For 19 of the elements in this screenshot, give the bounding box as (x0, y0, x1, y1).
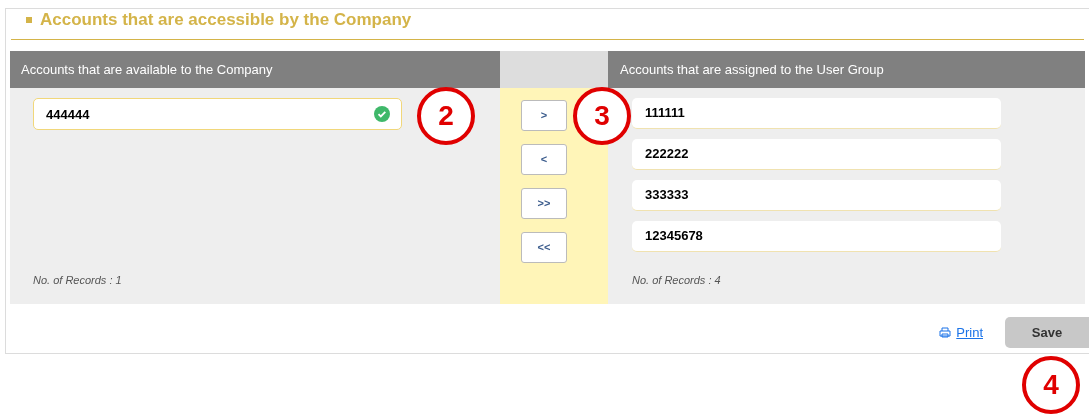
move-button[interactable]: >> (521, 188, 567, 219)
account-item[interactable]: 111111 (632, 98, 1001, 129)
save-button[interactable]: Save (1005, 317, 1089, 348)
records-count: No. of Records : 4 (632, 272, 722, 288)
records-count: No. of Records : 1 (33, 272, 123, 288)
printer-icon (939, 327, 952, 338)
account-item[interactable]: 222222 (632, 139, 1001, 170)
account-item[interactable]: 12345678 (632, 221, 1001, 252)
step-callout: 4 (1022, 356, 1080, 414)
move-button[interactable]: > (521, 100, 567, 131)
account-search-field[interactable]: 444444 (33, 98, 402, 130)
move-button[interactable]: < (521, 144, 567, 175)
print-link[interactable]: Print (939, 322, 983, 343)
bullet-icon (26, 17, 32, 23)
account-item[interactable]: 333333 (632, 180, 1001, 211)
section-title: Accounts that are accessible by the Company (40, 9, 412, 32)
panel-header: Accounts that are available to the Company (10, 51, 500, 88)
panel-header: Accounts that are assigned to the User Group (608, 51, 1085, 88)
move-button[interactable]: << (521, 232, 567, 263)
